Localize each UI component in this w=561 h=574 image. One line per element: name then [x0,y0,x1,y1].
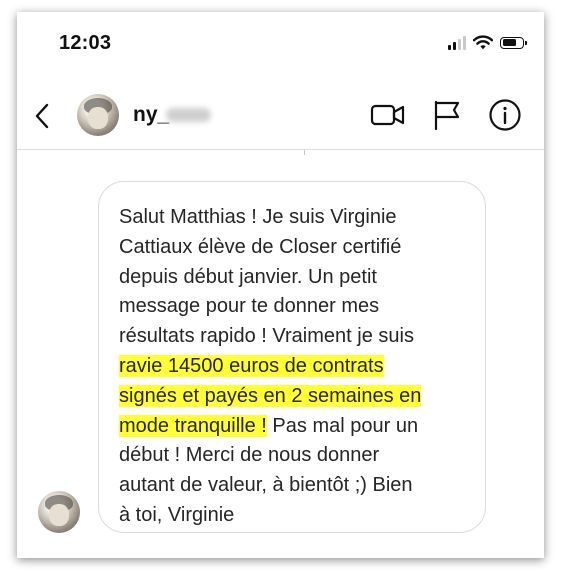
sender-avatar[interactable] [38,491,80,533]
highlighted-text-line-1: ravie 14500 euros de contrats [119,354,384,377]
status-icons [448,35,527,50]
video-call-icon[interactable] [370,98,406,132]
redacted-username [166,108,211,122]
back-chevron-icon[interactable] [31,101,53,131]
phone-screen: 12:03 ny_ Salut Matthias ! Je suis Virgi… [17,12,544,558]
conversation-header: ny_ [17,84,544,146]
wifi-icon [473,35,493,50]
highlighted-text-line-3: mode tranquille ! [119,414,267,437]
highlighted-text-line-2: signés et payés en 2 semaines en [119,384,422,407]
cellular-signal-icon [448,35,466,50]
info-icon[interactable] [487,98,523,132]
scroll-tick [304,150,305,155]
avatar[interactable] [77,94,119,136]
header-divider [17,149,544,150]
battery-icon [500,36,527,49]
message-text-start: Salut Matthias ! Je suis Virginie Cattia… [119,206,414,348]
status-time: 12:03 [59,32,112,54]
username[interactable]: ny_ [133,103,169,127]
message-text: Salut Matthias ! Je suis Virginie Cattia… [119,203,479,531]
flag-icon[interactable] [430,98,466,132]
